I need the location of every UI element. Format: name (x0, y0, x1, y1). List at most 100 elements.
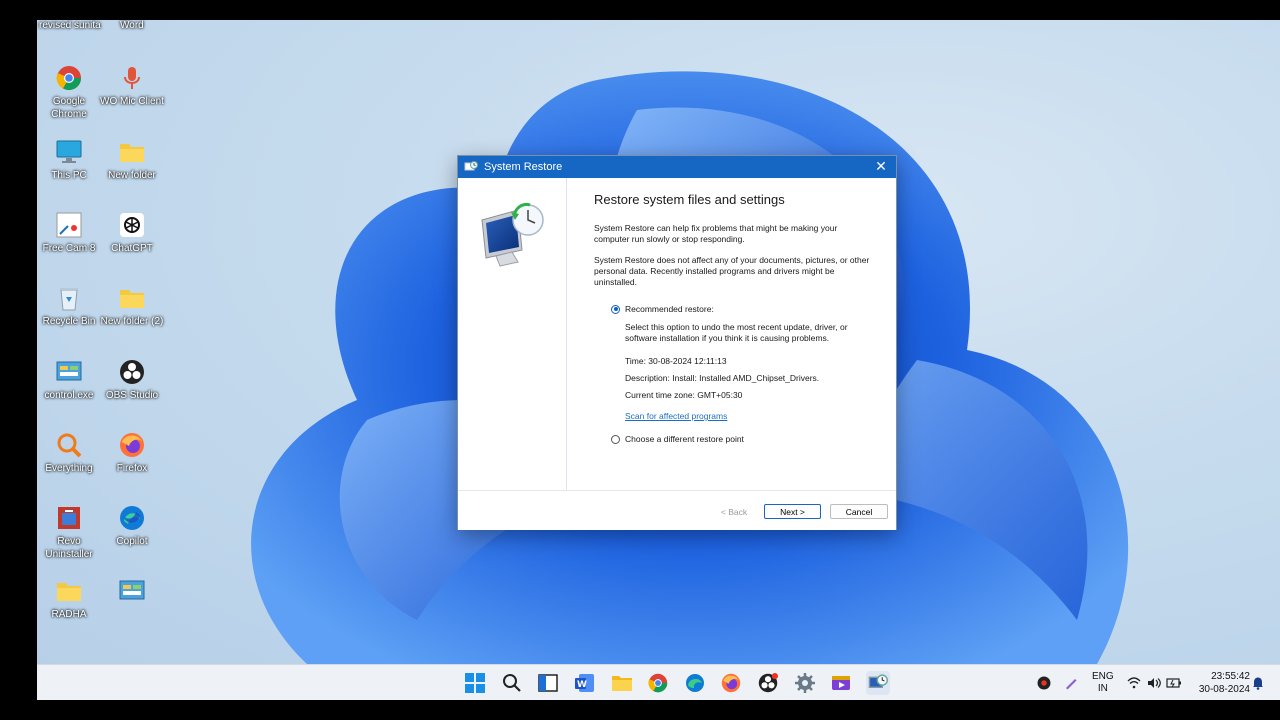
desktop-icon-obs-studio[interactable]: OBS Studio (100, 358, 164, 402)
back-button[interactable]: < Back (714, 504, 754, 519)
recycle-bin-icon (55, 284, 83, 312)
desktop-icon-label: Recycle Bin (42, 316, 96, 327)
chatgpt-icon (118, 211, 146, 239)
recommended-restore-option[interactable]: Recommended restore: (611, 304, 874, 314)
task-view-icon[interactable] (536, 671, 560, 695)
search-icon[interactable] (500, 671, 524, 695)
restore-description: Description: Install: Installed AMD_Chip… (625, 373, 820, 383)
desktop-icon-this-pc[interactable]: This PC (37, 138, 101, 182)
dialog-footer: < Back Next > Cancel (458, 490, 896, 530)
clock-time: 23:55:42 (1211, 671, 1250, 682)
desktop-icon-google-chrome[interactable]: Google Chrome (37, 64, 101, 121)
different-restore-point-option[interactable]: Choose a different restore point (611, 434, 874, 444)
chrome-icon[interactable] (646, 671, 670, 695)
desktop-icon-recycle-bin[interactable]: Recycle Bin (37, 284, 101, 328)
notification-bell-icon[interactable] (1252, 665, 1264, 700)
dialog-titlebar[interactable]: System Restore ✕ (458, 156, 896, 178)
different-restore-point-radio[interactable] (611, 434, 620, 444)
desktop-icon-label: Copilot (116, 536, 148, 547)
language-top: ENG (1092, 671, 1114, 682)
media-player-icon[interactable] (829, 671, 853, 695)
dialog-left-pane (458, 178, 567, 490)
scan-affected-programs-link[interactable]: Scan for affected programs (625, 411, 727, 421)
windows-start-icon[interactable] (463, 671, 487, 695)
firefox-icon (118, 431, 146, 459)
close-button[interactable]: ✕ (874, 159, 888, 173)
next-button[interactable]: Next > (764, 504, 821, 519)
obs-icon (118, 358, 146, 386)
obs-icon (1037, 676, 1051, 690)
language-bottom: IN (1097, 683, 1108, 694)
file-explorer-icon[interactable] (610, 671, 634, 695)
desktop-icon-label: Everything (45, 463, 93, 474)
system-restore-icon (464, 161, 478, 171)
dialog-content: Restore system files and settings System… (594, 192, 874, 444)
desktop-icon-radha[interactable]: RADHA (37, 577, 101, 621)
taskbar: W ENG IN 23:55:42 30-08-2024 (37, 664, 1280, 700)
desktop-label-word[interactable]: Word (120, 20, 144, 31)
desktop-icon-wo-mic[interactable]: WO Mic Client (100, 64, 164, 108)
obs-icon[interactable] (756, 671, 780, 695)
system-restore-dialog: System Restore ✕ Restore system files an… (457, 155, 897, 530)
desktop-icon-label: This PC (51, 170, 87, 181)
desktop-icon-free-cam[interactable]: Free Cam 8 (37, 211, 101, 255)
desktop-label-revised-sunita[interactable]: revised sunita (39, 20, 101, 31)
dialog-title: System Restore (484, 161, 563, 173)
language-indicator[interactable]: ENG IN (1092, 665, 1114, 700)
desktop-icon-label: Google Chrome (51, 96, 87, 120)
desktop-icon-chatgpt[interactable]: ChatGPT (100, 211, 164, 255)
desktop-icon-control-panel[interactable] (100, 577, 164, 608)
desktop-icon-new-folder-2[interactable]: New folder (2) (100, 284, 164, 328)
cancel-button[interactable]: Cancel (830, 504, 888, 519)
desktop-icon-label: New folder (108, 170, 156, 181)
copilot-icon (118, 504, 146, 532)
freecam-icon (55, 211, 83, 239)
intro-paragraph: System Restore can help fix problems tha… (594, 223, 838, 244)
desktop-icon-label: Free Cam 8 (42, 243, 96, 254)
control-panel-icon (118, 577, 146, 605)
desktop-icon-label: Firefox (116, 463, 148, 474)
desktop-screen: revised sunita Word Google Chrome This P… (37, 20, 1280, 700)
settings-gear-icon[interactable] (793, 671, 817, 695)
monitor-icon (55, 138, 83, 166)
system-restore-illustration-icon (481, 202, 544, 267)
microphone-icon (118, 64, 146, 92)
desktop-icon-label: RADHA (51, 609, 87, 620)
control-panel-icon (55, 358, 83, 386)
desktop-icon-revo-uninstaller[interactable]: Revo Uninstaller (37, 504, 101, 561)
recommended-restore-description: Select this option to undo the most rece… (625, 322, 848, 343)
taskbar-clock[interactable]: 23:55:42 30-08-2024 (1199, 670, 1250, 696)
word-icon[interactable]: W (573, 671, 597, 695)
pen-icon (1066, 679, 1077, 690)
recommended-restore-radio[interactable] (611, 304, 620, 314)
desktop-icon-firefox[interactable]: Firefox (100, 431, 164, 475)
dialog-heading: Restore system files and settings (594, 192, 785, 207)
battery-icon[interactable] (1166, 665, 1182, 700)
firefox-icon[interactable] (719, 671, 743, 695)
desktop-icon-label: ChatGPT (111, 243, 153, 254)
folder-icon (118, 138, 146, 166)
folder-icon (55, 577, 83, 605)
volume-icon[interactable] (1147, 665, 1161, 700)
close-icon: ✕ (875, 158, 887, 174)
restore-time: Time: 30-08-2024 12:11:13 (625, 356, 727, 366)
recommended-restore-label: Recommended restore: (625, 304, 714, 314)
desktop-icon-copilot[interactable]: Copilot (100, 504, 164, 548)
tray-obs-icon[interactable] (1037, 665, 1051, 700)
wifi-icon[interactable] (1127, 665, 1141, 700)
revo-icon (55, 504, 83, 532)
desktop-icon-label: New folder (2) (100, 316, 164, 327)
desktop-icon-control-exe[interactable]: control.exe (37, 358, 101, 402)
edge-icon[interactable] (683, 671, 707, 695)
search-everything-icon (55, 431, 83, 459)
system-restore-icon[interactable] (866, 671, 890, 695)
folder-icon (118, 284, 146, 312)
desktop-icon-label: control.exe (44, 390, 94, 401)
tray-pen-icon[interactable] (1064, 665, 1078, 700)
disclaimer-paragraph: System Restore does not affect any of yo… (594, 255, 870, 287)
desktop-icon-everything[interactable]: Everything (37, 431, 101, 475)
chrome-icon (55, 64, 83, 92)
clock-date: 30-08-2024 (1198, 684, 1250, 695)
different-restore-point-label: Choose a different restore point (625, 434, 744, 444)
desktop-icon-new-folder[interactable]: New folder (100, 138, 164, 182)
